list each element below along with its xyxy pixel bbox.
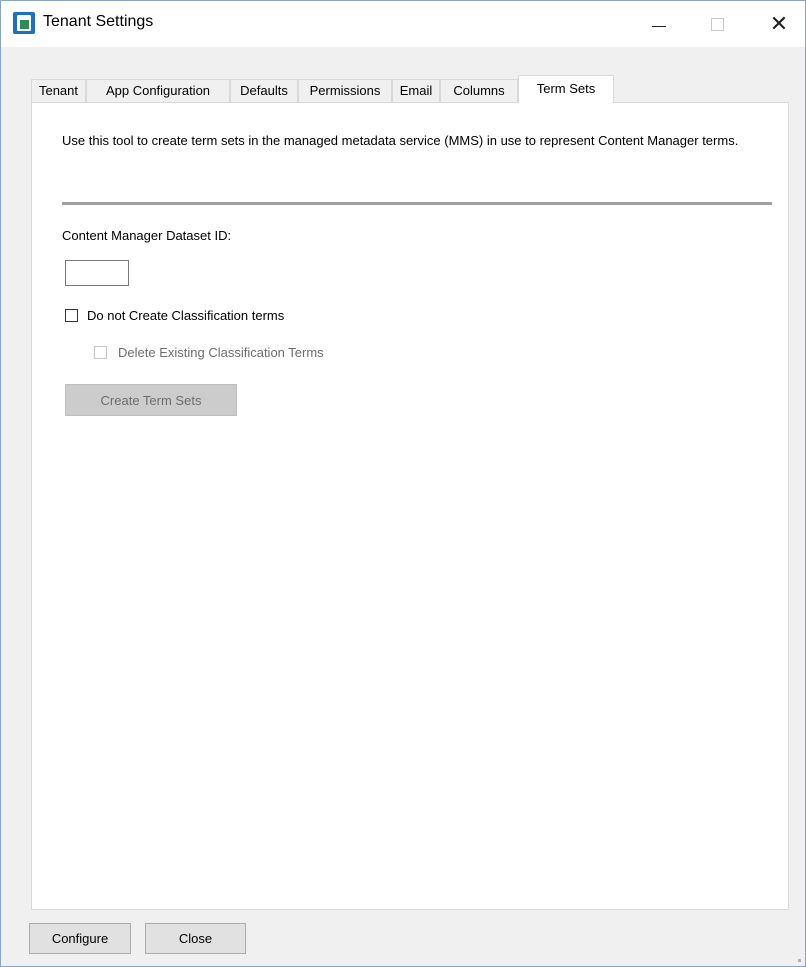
- delete-existing-checkbox: [94, 346, 107, 359]
- tab-app-configuration[interactable]: App Configuration: [86, 79, 230, 102]
- title-bar: Tenant Settings ✕: [1, 1, 805, 47]
- dataset-id-label: Content Manager Dataset ID:: [62, 228, 232, 243]
- tenant-settings-window: Tenant Settings ✕ Tenant App Configurati…: [0, 0, 806, 967]
- tab-email[interactable]: Email: [392, 79, 440, 102]
- no-classification-label[interactable]: Do not Create Classification terms: [87, 308, 284, 323]
- resize-grip[interactable]: [798, 959, 801, 962]
- maximize-button[interactable]: [691, 1, 743, 47]
- minimize-button[interactable]: [633, 1, 685, 47]
- tab-columns[interactable]: Columns: [440, 79, 518, 102]
- window-title: Tenant Settings: [43, 13, 154, 30]
- close-window-button[interactable]: ✕: [753, 1, 805, 47]
- maximize-icon: [710, 17, 724, 31]
- separator: [62, 202, 772, 205]
- minimize-icon: [652, 25, 666, 27]
- term-sets-panel: Use this tool to create term sets in the…: [31, 102, 789, 910]
- tab-tenant[interactable]: Tenant: [31, 79, 86, 102]
- configure-button[interactable]: Configure: [29, 923, 131, 954]
- app-icon: [13, 12, 35, 34]
- tab-permissions[interactable]: Permissions: [298, 79, 392, 102]
- no-classification-checkbox[interactable]: [65, 309, 78, 322]
- dataset-id-input[interactable]: [65, 260, 129, 286]
- tab-defaults[interactable]: Defaults: [230, 79, 298, 102]
- tab-term-sets[interactable]: Term Sets: [518, 75, 614, 103]
- close-icon: ✕: [769, 11, 789, 37]
- term-sets-description: Use this tool to create term sets in the…: [62, 133, 739, 148]
- create-term-sets-button[interactable]: Create Term Sets: [65, 384, 237, 416]
- close-button[interactable]: Close: [145, 923, 246, 954]
- delete-existing-label: Delete Existing Classification Terms: [118, 345, 324, 360]
